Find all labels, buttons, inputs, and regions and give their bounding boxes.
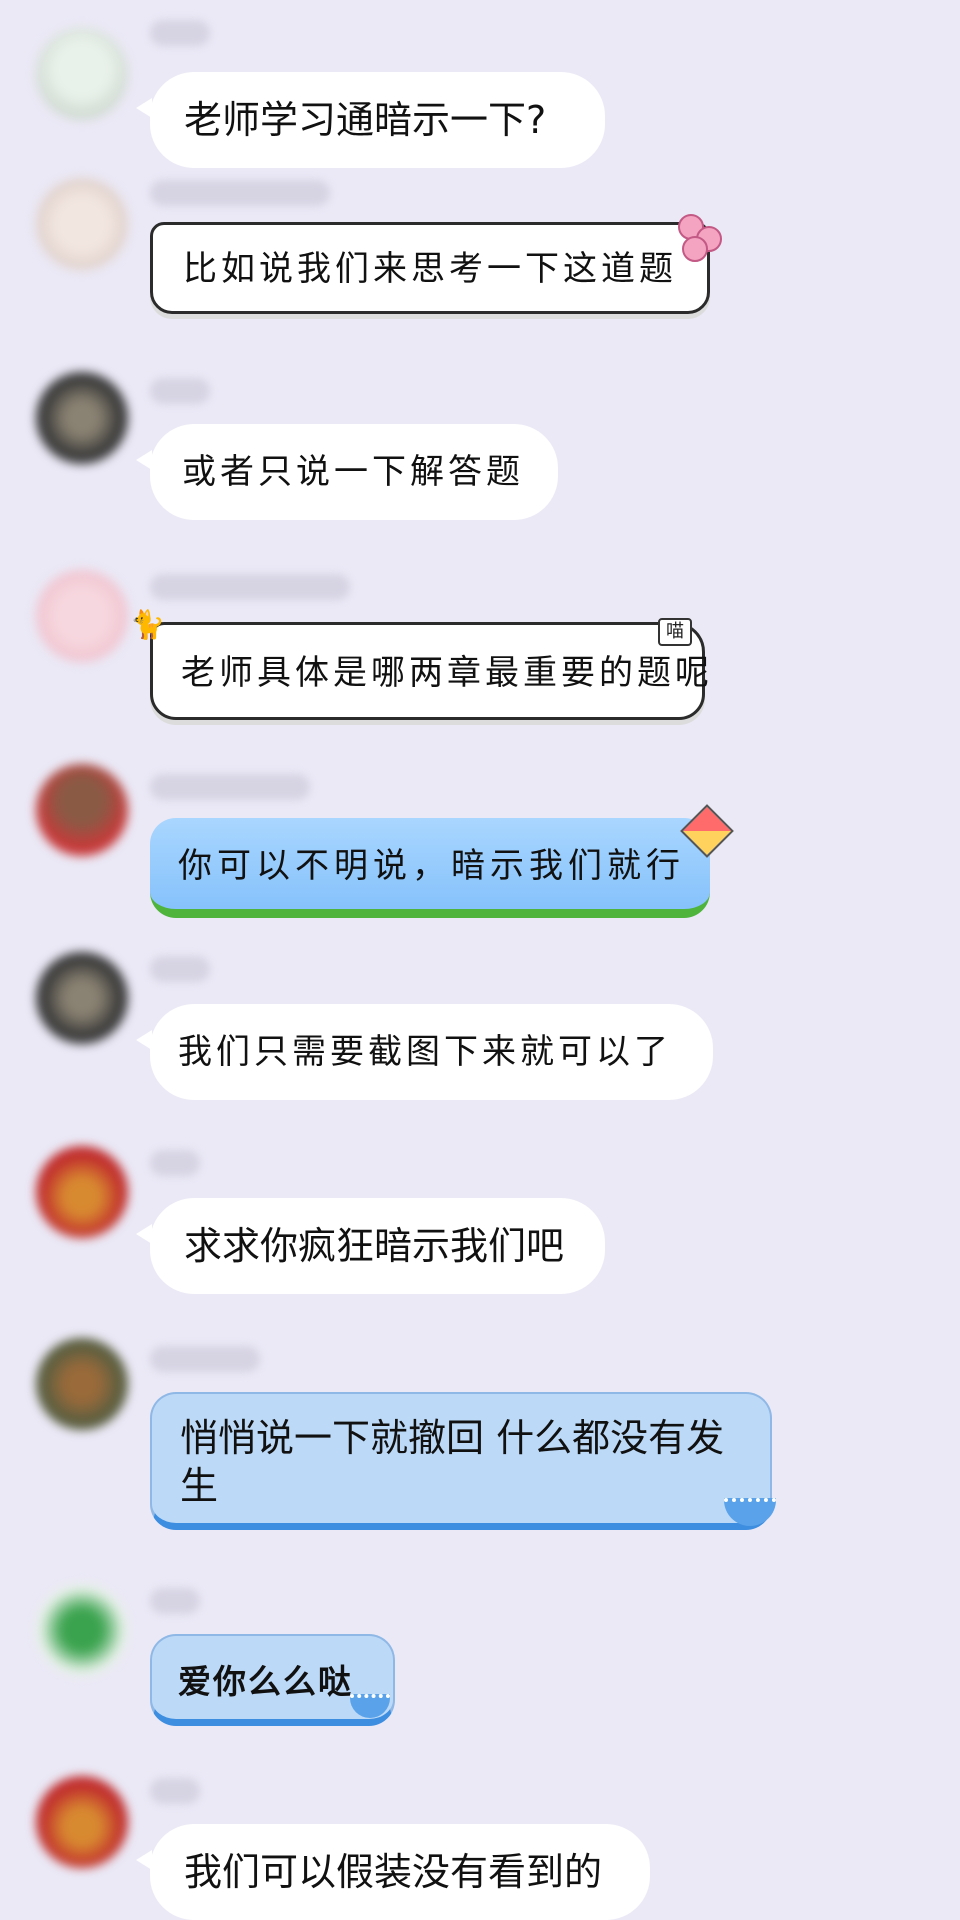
avatar[interactable] [36, 28, 128, 120]
sender-name-blurred [150, 574, 350, 600]
sender-name-blurred [150, 1150, 200, 1176]
message-text: 爱你么么哒 [178, 1662, 353, 1701]
sender-name-blurred [150, 378, 210, 404]
message-text: 我们可以假装没有看到的 [184, 1850, 603, 1894]
cat-sticker-icon: 🐈 [130, 608, 165, 641]
sender-name-blurred [150, 956, 210, 982]
avatar[interactable] [36, 764, 128, 856]
chat-message-list[interactable]: 老师学习通暗示一下? 比如说我们来思考一下这道题 或者只说一下解答题 老师具体是… [0, 0, 960, 1920]
avatar[interactable] [36, 1776, 128, 1868]
message-text: 老师学习通暗示一下? [184, 98, 547, 142]
message-bubble[interactable]: 或者只说一下解答题 [136, 424, 558, 520]
sender-name-blurred [150, 1346, 260, 1372]
avatar[interactable] [36, 952, 128, 1044]
sender-name-blurred [150, 774, 310, 800]
message-bubble[interactable]: 老师具体是哪两章最重要的题呢 [150, 622, 709, 720]
avatar[interactable] [36, 570, 128, 662]
message-bubble[interactable]: 老师学习通暗示一下? [136, 72, 605, 168]
sticker-tag: 喵 [658, 618, 692, 646]
avatar[interactable] [36, 372, 128, 464]
message-bubble[interactable]: 我们可以假装没有看到的 [136, 1824, 650, 1920]
message-bubble[interactable]: 比如说我们来思考一下这道题 [150, 222, 710, 314]
message-text: 我们只需要截图下来就可以了 [178, 1032, 672, 1072]
sender-name-blurred [150, 1778, 200, 1804]
message-text: 求求你疯狂暗示我们吧 [184, 1224, 565, 1268]
message-bubble[interactable]: 悄悄说一下就撤回 什么都没有发生 [150, 1392, 772, 1530]
avatar[interactable] [36, 1584, 128, 1676]
flower-sticker-icon [674, 212, 728, 262]
message-text: 悄悄说一下就撤回 什么都没有发生 [180, 1416, 725, 1508]
sender-name-blurred [150, 20, 210, 46]
message-text: 比如说我们来思考一下这道题 [183, 249, 677, 289]
message-bubble[interactable]: 我们只需要截图下来就可以了 [136, 1004, 713, 1100]
message-text: 老师具体是哪两章最重要的题呢 [181, 653, 713, 693]
avatar[interactable] [36, 1146, 128, 1238]
message-text: 你可以不明说，暗示我们就行 [178, 846, 685, 886]
message-text: 或者只说一下解答题 [182, 452, 524, 492]
sender-name-blurred [150, 180, 330, 206]
message-bubble[interactable]: 你可以不明说，暗示我们就行 [150, 818, 710, 918]
sender-name-blurred [150, 1588, 200, 1614]
avatar[interactable] [36, 1338, 128, 1430]
message-bubble[interactable]: 求求你疯狂暗示我们吧 [136, 1198, 605, 1294]
avatar[interactable] [36, 178, 128, 270]
